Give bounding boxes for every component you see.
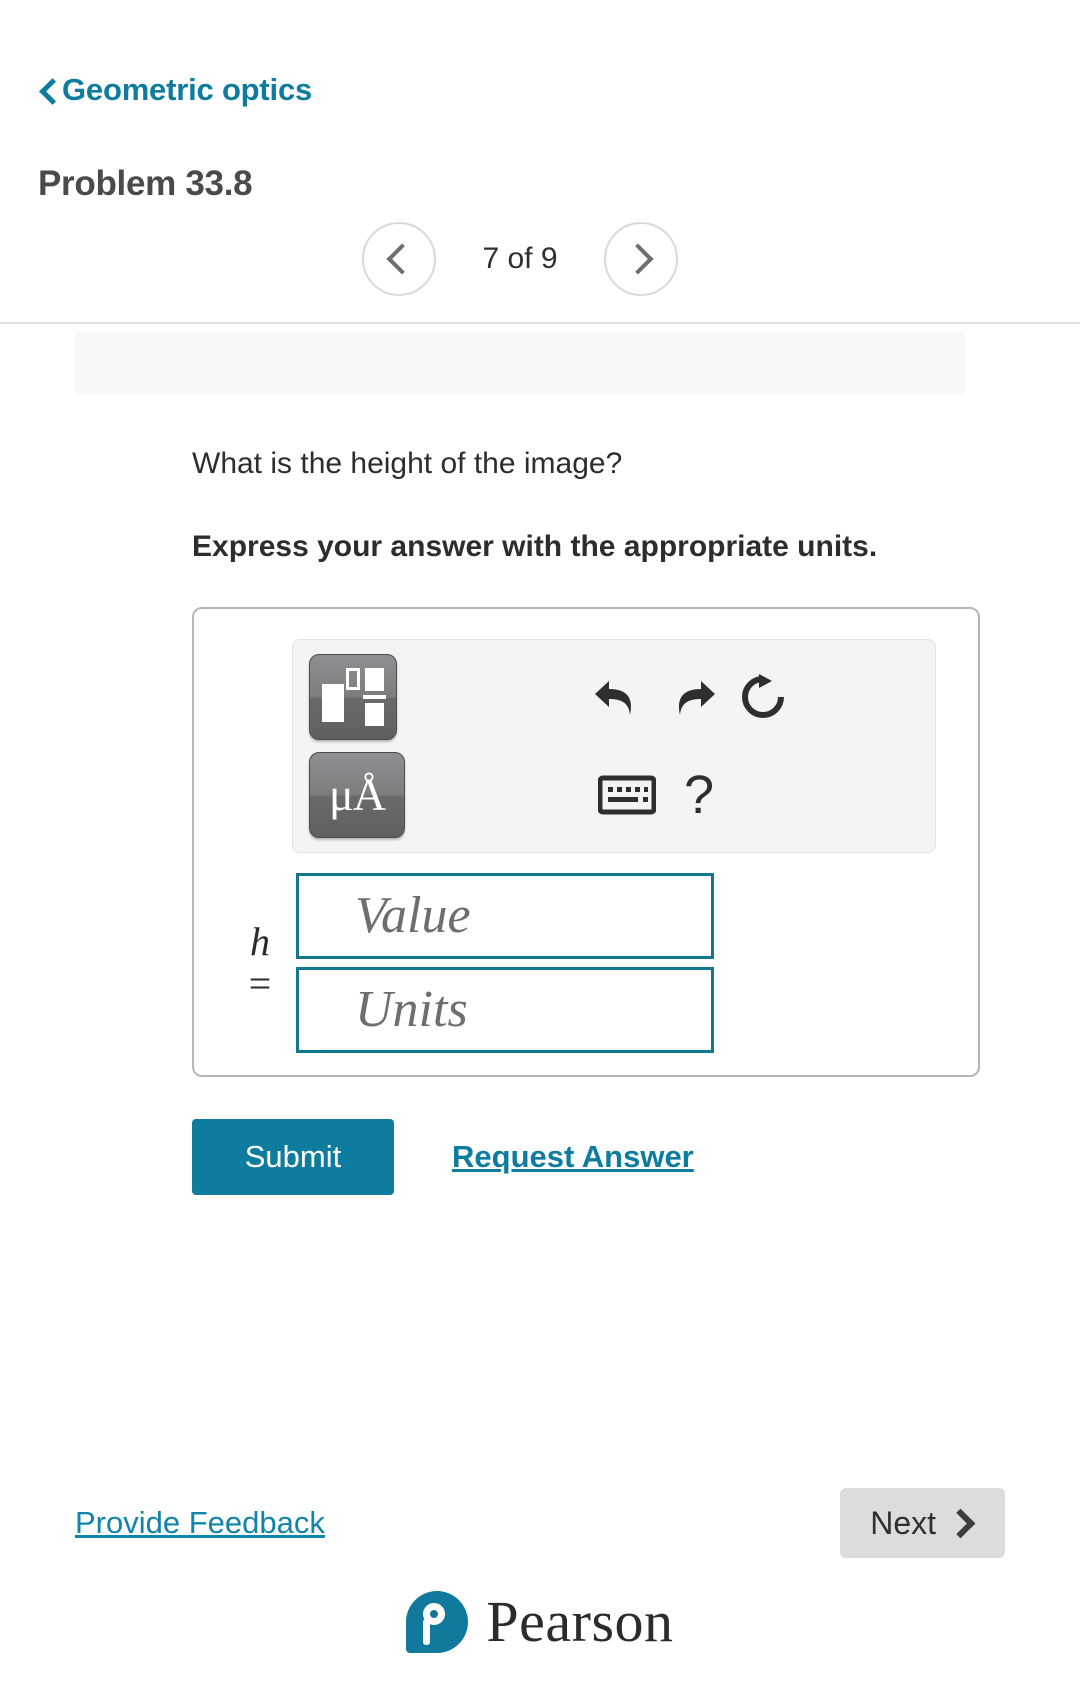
pager-count-label: 7 of 9	[482, 242, 558, 275]
pearson-brand-name: Pearson	[486, 1589, 674, 1654]
answer-actions: Submit Request Answer	[192, 1118, 1080, 1195]
chevron-right-icon	[945, 1508, 976, 1538]
previous-problem-button[interactable]	[362, 222, 436, 296]
unit-symbols-button[interactable]: μÅ	[309, 751, 405, 838]
answer-entry-box: μÅ ? h = Value Units	[192, 606, 980, 1077]
question-instruction: Express your answer with the appropriate…	[192, 530, 878, 563]
next-button[interactable]: Next	[840, 1488, 1005, 1558]
answer-variable-label: h =	[224, 918, 296, 1006]
problem-statement-panel	[75, 332, 965, 394]
pearson-p-logo-icon	[406, 1590, 469, 1653]
redo-button[interactable]	[655, 675, 727, 719]
keyboard-icon	[598, 775, 656, 814]
answer-inputs: Value Units	[296, 872, 714, 1053]
answer-fields-row: h = Value Units	[194, 872, 978, 1053]
submit-button[interactable]: Submit	[192, 1118, 394, 1195]
reset-circular-arrow-icon	[742, 673, 784, 718]
units-input[interactable]: Units	[296, 966, 714, 1053]
keyboard-button[interactable]	[591, 775, 663, 815]
math-template-button[interactable]	[309, 653, 397, 740]
question-area: What is the height of the image? Express…	[0, 444, 1080, 569]
question-prompt: What is the height of the image?	[192, 447, 623, 480]
pearson-brand: Pearson	[0, 1588, 1080, 1655]
help-question-mark-label: ?	[683, 764, 715, 825]
unit-symbols-label: μÅ	[329, 768, 386, 820]
back-link-label: Geometric optics	[62, 72, 313, 107]
page-footer: Provide Feedback Next	[0, 1488, 1080, 1558]
problem-pager: 7 of 9	[0, 222, 1042, 296]
variable-symbol: h	[250, 918, 270, 964]
request-answer-link[interactable]: Request Answer	[452, 1139, 694, 1175]
math-toolbar: μÅ ?	[292, 638, 936, 853]
provide-feedback-link[interactable]: Provide Feedback	[75, 1505, 325, 1541]
equals-symbol: =	[248, 960, 272, 1006]
math-template-icon	[322, 667, 386, 726]
chevron-left-icon	[38, 75, 58, 105]
chevron-left-icon	[386, 243, 418, 275]
next-problem-button[interactable]	[604, 222, 678, 296]
redo-arrow-icon	[678, 680, 715, 715]
undo-button[interactable]	[583, 675, 655, 719]
value-input[interactable]: Value	[296, 872, 714, 959]
page-title: Problem 33.8	[38, 164, 253, 203]
page-header: Geometric optics Problem 33.8 7 of 9	[0, 72, 1080, 296]
undo-arrow-icon	[595, 680, 632, 715]
help-button[interactable]: ?	[663, 768, 735, 822]
header-divider	[0, 322, 1080, 324]
units-placeholder: Units	[355, 980, 468, 1038]
chevron-right-icon	[622, 243, 654, 275]
toolbar-row-top	[309, 653, 913, 740]
toolbar-row-bottom: μÅ ?	[309, 751, 913, 838]
value-placeholder: Value	[355, 886, 471, 944]
back-to-chapter-link[interactable]: Geometric optics	[38, 72, 312, 108]
next-button-label: Next	[870, 1504, 936, 1541]
reset-button[interactable]	[727, 672, 799, 722]
